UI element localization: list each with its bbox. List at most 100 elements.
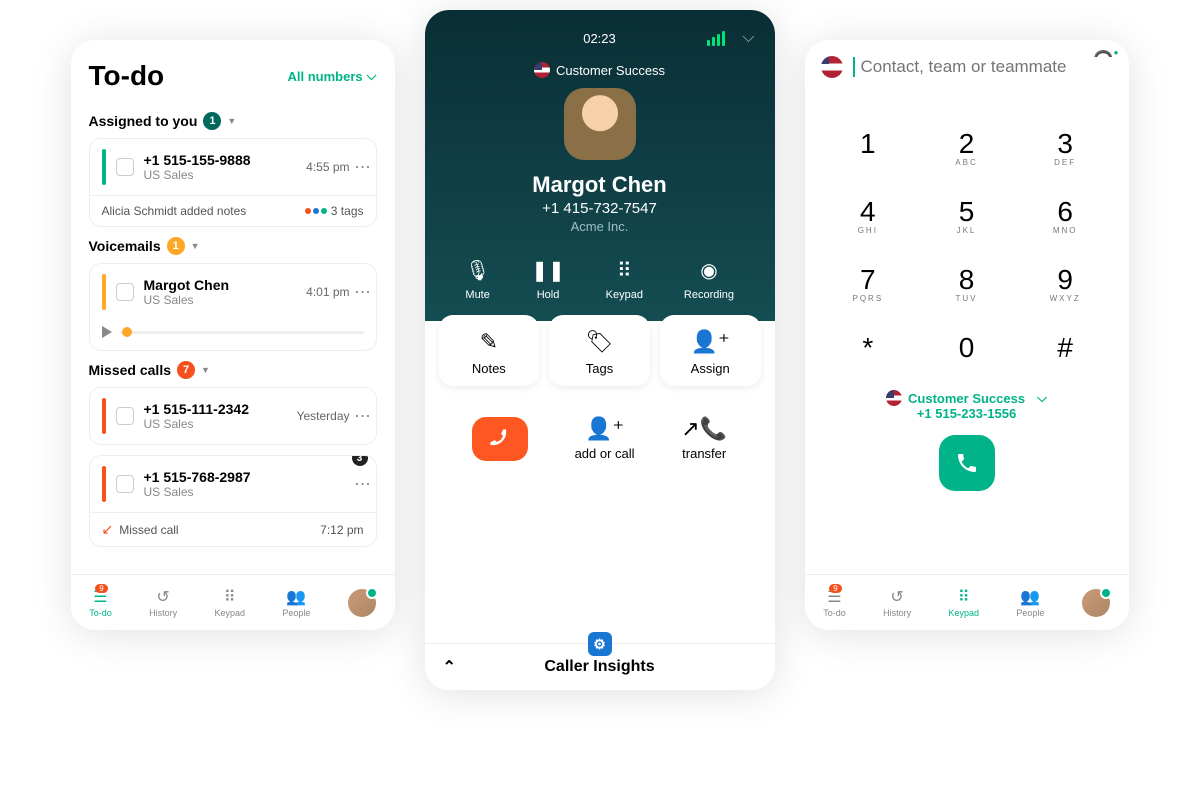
checkbox[interactable] bbox=[116, 407, 134, 425]
chevron-down-icon: ▼ bbox=[227, 116, 236, 126]
accent-bar bbox=[102, 398, 106, 434]
keypad-icon: ⠿ bbox=[224, 588, 236, 606]
todo-card[interactable]: +1 515-155-9888 US Sales 4:55 pm ⋮ Alici… bbox=[89, 138, 377, 227]
count-badge: 1 bbox=[203, 112, 221, 130]
missed-arrow-icon: ↙ bbox=[102, 521, 114, 538]
keypad: 12ABC3DEF 4GHI5JKL6MNO 7PQRS8TUV9WXYZ *0# bbox=[805, 94, 1129, 386]
chevron-down-icon: ▼ bbox=[201, 365, 210, 375]
more-icon[interactable]: ⋮ bbox=[360, 476, 364, 492]
accent-bar bbox=[102, 466, 106, 502]
chevron-down-icon[interactable]: ⌵ bbox=[742, 29, 754, 47]
insights-badge-icon: ⚙ bbox=[588, 632, 612, 656]
tab-todo[interactable]: 9 ☰ To-do bbox=[89, 588, 112, 618]
todo-screen: To-do All numbers ⌵ Assigned to you 1 ▼ … bbox=[71, 40, 395, 630]
tab-history[interactable]: ↺ History bbox=[149, 588, 177, 618]
accent-bar bbox=[102, 149, 106, 185]
accent-bar bbox=[102, 274, 106, 310]
from-number: +1 515-233-1556 bbox=[805, 406, 1129, 421]
keypad-key-1[interactable]: 1 bbox=[819, 114, 918, 182]
contact-name: Margot Chen bbox=[445, 172, 755, 198]
tab-keypad[interactable]: ⠿ Keypad bbox=[214, 588, 245, 618]
call-timer: 02:23 bbox=[583, 31, 616, 46]
checkbox[interactable] bbox=[116, 283, 134, 301]
notes-icon: ✎ bbox=[480, 329, 498, 355]
tab-people[interactable]: 👥 People bbox=[282, 588, 310, 618]
caller-insights-toggle[interactable]: ⚙ ⌃ Caller Insights bbox=[425, 643, 775, 690]
contact-phone: +1 415-732-7547 bbox=[445, 200, 755, 217]
chevron-down-icon: ⌵ bbox=[1037, 390, 1047, 406]
assign-icon: 👤⁺ bbox=[691, 329, 730, 355]
tab-people[interactable]: 👥 People bbox=[1016, 588, 1044, 618]
section-voicemails[interactable]: Voicemails 1 ▼ bbox=[89, 237, 377, 255]
tab-todo[interactable]: 9 ☰ To-do bbox=[823, 588, 846, 618]
hold-button[interactable]: ❚❚ Hold bbox=[531, 258, 565, 301]
tab-bar: 9 ☰ To-do ↺ History ⠿ Keypad 👥 People bbox=[805, 574, 1129, 630]
count-badge: 7 bbox=[177, 361, 195, 379]
transfer-icon: ↗📞 bbox=[681, 416, 727, 442]
tags-indicator[interactable]: 3 tags bbox=[305, 204, 364, 218]
more-icon[interactable]: ⋮ bbox=[360, 159, 364, 175]
keypad-key-0[interactable]: 0 bbox=[917, 318, 1016, 386]
keypad-key-9[interactable]: 9WXYZ bbox=[1016, 250, 1115, 318]
missed-card[interactable]: +1 515-111-2342 US Sales Yesterday ⋮ bbox=[89, 387, 377, 445]
keypad-key-6[interactable]: 6MNO bbox=[1016, 182, 1115, 250]
missed-card[interactable]: 3 +1 515-768-2987 US Sales ⋮ ↙ Missed ca… bbox=[89, 455, 377, 547]
transfer-button[interactable]: ↗📞 transfer bbox=[681, 416, 727, 461]
recording-button[interactable]: ◉ Recording bbox=[684, 258, 734, 301]
signal-icon bbox=[707, 31, 725, 46]
more-icon[interactable]: ⋮ bbox=[360, 284, 364, 300]
progress-slider[interactable] bbox=[120, 331, 364, 334]
notes-card[interactable]: ✎ Notes bbox=[439, 315, 540, 386]
flag-us-icon[interactable] bbox=[821, 56, 843, 78]
add-call-button[interactable]: 👤⁺ add or call bbox=[575, 416, 635, 461]
chevron-down-icon: ▼ bbox=[191, 241, 200, 251]
people-icon: 👥 bbox=[1020, 588, 1040, 606]
call-screen: 02:23 ⌵ Customer Success Margot Chen +1 … bbox=[425, 10, 775, 690]
profile-avatar[interactable] bbox=[1082, 589, 1110, 617]
section-assigned[interactable]: Assigned to you 1 ▼ bbox=[89, 112, 377, 130]
keypad-key-5[interactable]: 5JKL bbox=[917, 182, 1016, 250]
keypad-key-7[interactable]: 7PQRS bbox=[819, 250, 918, 318]
section-missed[interactable]: Missed calls 7 ▼ bbox=[89, 361, 377, 379]
keypad-key-8[interactable]: 8TUV bbox=[917, 250, 1016, 318]
pause-icon: ❚❚ bbox=[531, 258, 565, 283]
checkbox[interactable] bbox=[116, 475, 134, 493]
keypad-key-4[interactable]: 4GHI bbox=[819, 182, 918, 250]
count-badge: 1 bbox=[167, 237, 185, 255]
keypad-button[interactable]: ⠿ Keypad bbox=[606, 258, 643, 301]
department-label: Customer Success bbox=[445, 62, 755, 78]
play-icon[interactable] bbox=[102, 326, 112, 338]
people-icon: 👥 bbox=[286, 588, 306, 606]
keypad-key-2[interactable]: 2ABC bbox=[917, 114, 1016, 182]
checkbox[interactable] bbox=[116, 158, 134, 176]
keypad-key-*[interactable]: * bbox=[819, 318, 918, 386]
tab-history[interactable]: ↺ History bbox=[883, 588, 911, 618]
flag-us-icon bbox=[534, 62, 550, 78]
hangup-button[interactable] bbox=[472, 417, 528, 461]
contact-avatar[interactable] bbox=[564, 88, 636, 160]
number-filter[interactable]: All numbers ⌵ bbox=[288, 68, 377, 84]
page-title: To-do bbox=[89, 60, 165, 92]
mute-button[interactable]: 🎙 Mute bbox=[465, 258, 490, 301]
keypad-key-3[interactable]: 3DEF bbox=[1016, 114, 1115, 182]
contact-company: Acme Inc. bbox=[445, 219, 755, 234]
keypad-key-#[interactable]: # bbox=[1016, 318, 1115, 386]
phone-icon bbox=[955, 451, 979, 475]
call-button[interactable] bbox=[939, 435, 995, 491]
mic-icon: 🎙 bbox=[465, 258, 490, 283]
tag-icon: 🏷 bbox=[586, 329, 614, 355]
from-number-selector[interactable]: Customer Success ⌵ bbox=[805, 390, 1129, 406]
assign-card[interactable]: 👤⁺ Assign bbox=[660, 315, 761, 386]
profile-avatar[interactable] bbox=[348, 589, 376, 617]
more-icon[interactable]: ⋮ bbox=[360, 408, 364, 424]
keypad-icon: ⠿ bbox=[617, 258, 632, 283]
phone-down-icon bbox=[487, 426, 513, 452]
search-input[interactable] bbox=[853, 57, 1113, 77]
note-text: Alicia Schmidt added notes bbox=[102, 204, 247, 218]
tags-card[interactable]: 🏷 Tags bbox=[549, 315, 650, 386]
keypad-icon: ⠿ bbox=[958, 588, 970, 606]
voicemail-card[interactable]: Margot Chen US Sales 4:01 pm ⋮ bbox=[89, 263, 377, 351]
flag-us-icon bbox=[886, 390, 902, 406]
tab-keypad[interactable]: ⠿ Keypad bbox=[948, 588, 979, 618]
chevron-up-icon: ⌃ bbox=[443, 657, 456, 677]
